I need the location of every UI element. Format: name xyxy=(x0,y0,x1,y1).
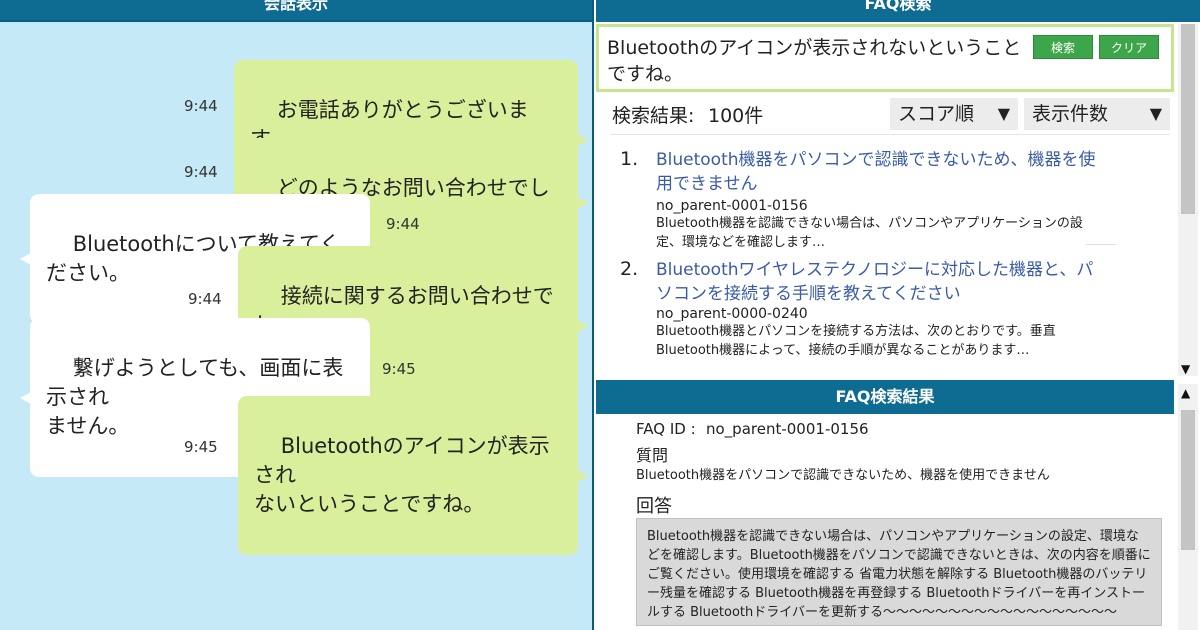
question-label: 質問 xyxy=(636,446,669,465)
result-id: no_parent-0000-0240 xyxy=(656,306,808,322)
conversation-title: 会話表示 xyxy=(0,0,592,22)
message-text: Bluetoothのアイコンが表示され ないということですね。 xyxy=(254,434,550,516)
answer-label: 回答 xyxy=(636,496,672,517)
result-title-link[interactable]: Bluetooth機器をパソコンで認識できないため、機器を使用できません xyxy=(656,148,1102,196)
search-result-item: 2. Bluetoothワイヤレステクノロジーに対応した機器と、パソコンを接続す… xyxy=(596,258,1174,368)
display-count-dropdown[interactable]: 表示件数 ▼ xyxy=(1024,98,1170,130)
faq-id-label: FAQ ID : xyxy=(636,420,696,438)
message-time: 9:44 xyxy=(386,215,420,233)
query-text[interactable]: Bluetoothのアイコンが表示されないということですね。 xyxy=(607,35,1027,87)
answer-text: Bluetooth機器を認識できない場合は、パソコンやアプリケーションの設定、環… xyxy=(636,518,1162,626)
message-time: 9:44 xyxy=(188,290,222,308)
message-time: 9:45 xyxy=(184,438,218,456)
triangle-down-icon: ▼ xyxy=(1149,104,1162,123)
query-box: Bluetoothのアイコンが表示されないということですね。 検索 クリア xyxy=(596,24,1174,92)
detail-scrollbar[interactable]: ▲ xyxy=(1178,384,1198,630)
result-title-link[interactable]: Bluetoothワイヤレステクノロジーに対応した機器と、パソコンを接続する手順… xyxy=(656,258,1102,306)
sort-dropdown[interactable]: スコア順 ▼ xyxy=(890,98,1018,130)
faq-search-title: FAQ検索 xyxy=(596,0,1200,22)
results-scrollbar[interactable]: ▼ xyxy=(1178,24,1198,376)
faq-panel: FAQ検索 Bluetoothのアイコンが表示されないということですね。 検索 … xyxy=(596,0,1200,630)
result-bar: 検索結果: 100件 スコア順 ▼ 表示件数 ▼ xyxy=(596,96,1174,134)
message-time: 9:44 xyxy=(184,163,218,181)
divider xyxy=(1086,244,1116,245)
sort-dropdown-label: スコア順 xyxy=(898,103,975,125)
message-time: 9:45 xyxy=(382,360,416,378)
result-number: 2. xyxy=(620,258,639,280)
clear-button[interactable]: クリア xyxy=(1099,35,1159,59)
scroll-up-arrow-icon[interactable]: ▲ xyxy=(1181,386,1190,400)
conversation-panel: 会話表示 お電話ありがとうございます。 お問い合わせ窓口です。 9:44 どのよ… xyxy=(0,0,594,630)
scrollbar-thumb[interactable] xyxy=(1181,410,1195,550)
question-text: Bluetooth機器をパソコンで認識できないため、機器を使用できません xyxy=(636,468,1050,483)
chat-message-operator: Bluetoothのアイコンが表示され ないということですね。 xyxy=(238,396,588,555)
display-count-label: 表示件数 xyxy=(1032,103,1109,125)
result-id: no_parent-0001-0156 xyxy=(656,198,808,214)
result-snippet: Bluetooth機器を認識できない場合は、パソコンやアプリケーションの設定、環… xyxy=(656,216,1083,250)
result-number: 1. xyxy=(620,148,639,170)
result-snippet: Bluetooth機器とパソコンを接続する方法は、次のとおりです。垂直Bluet… xyxy=(656,324,1056,358)
divider xyxy=(610,134,1170,135)
message-time: 9:44 xyxy=(184,97,218,115)
result-count: 100件 xyxy=(708,105,764,127)
faq-id-value: no_parent-0001-0156 xyxy=(706,420,869,438)
scroll-down-arrow-icon[interactable]: ▼ xyxy=(1181,362,1190,376)
faq-result-title: FAQ検索結果 xyxy=(596,380,1174,414)
result-label: 検索結果: xyxy=(612,105,695,127)
triangle-down-icon: ▼ xyxy=(997,104,1010,123)
faq-detail: FAQ ID : no_parent-0001-0156 質問 Bluetoot… xyxy=(596,414,1174,630)
search-result-item: 1. Bluetooth機器をパソコンで認識できないため、機器を使用できません … xyxy=(596,148,1174,252)
search-button[interactable]: 検索 xyxy=(1033,35,1093,59)
scrollbar-thumb[interactable] xyxy=(1181,24,1195,214)
